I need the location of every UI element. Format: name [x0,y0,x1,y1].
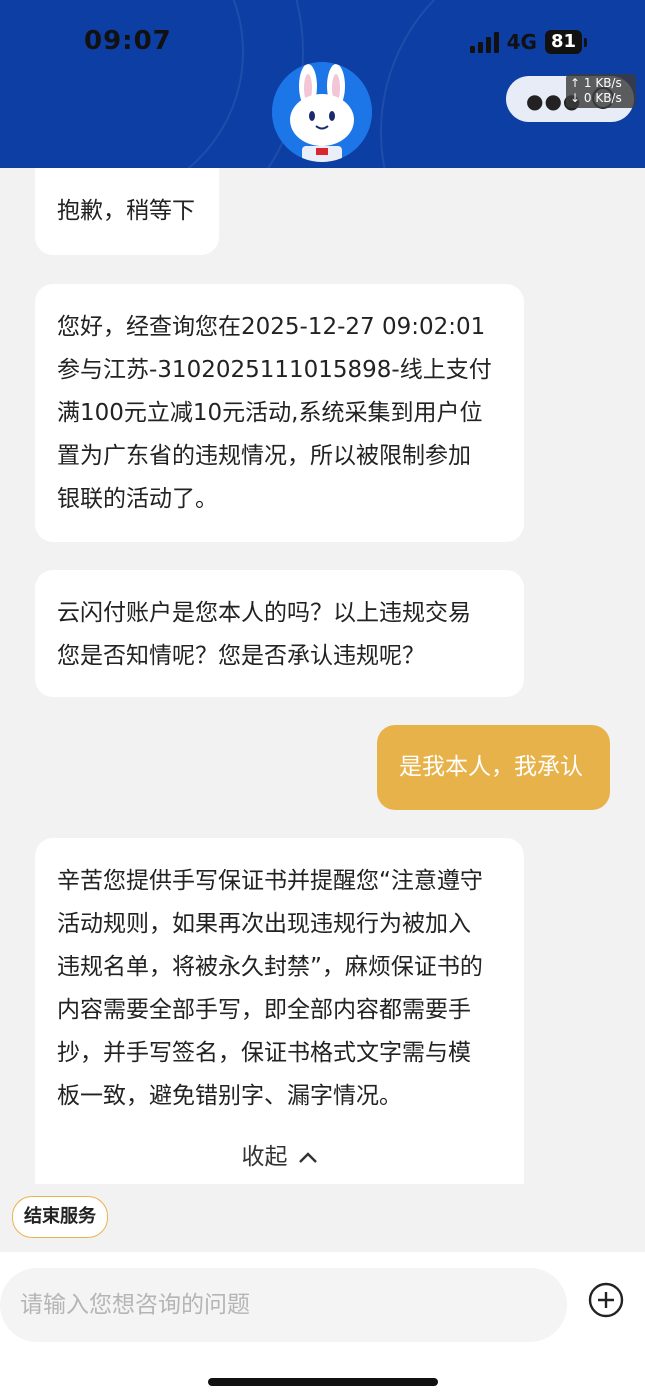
message-line: 抄，并手写签名，保证书格式文字需与模 [57,1040,471,1066]
rabbit-mascot-icon [272,62,372,162]
message-line: 辛苦您提供手写保证书并提醒您“注意遵守 [57,868,483,894]
message-line: 满100元立减10元活动,系统采集到用户位 [57,400,483,426]
battery-level: 81 [544,30,582,54]
message-line: 违规名单，将被永久封禁”，麻烦保证书的 [57,954,483,980]
download-speed: ↓ 0 KB/s [570,91,622,105]
agent-message: 抱歉，稍等下 [35,168,219,255]
input-bar [0,1252,645,1398]
message-line: 参与江苏-3102025111015898-线上支付 [57,357,492,383]
message-line: 置为广东省的违规情况，所以被限制参加 [57,443,471,469]
upload-speed: ↑ 1 KB/s [570,76,622,90]
agent-message: 您好，经查询您在2025-12-27 09:02:01 参与江苏-3102025… [35,284,524,542]
signal-icon [469,31,499,53]
message-line: 内容需要全部手写，即全部内容都需要手 [57,997,471,1023]
home-indicator [208,1378,438,1386]
message-text: 抱歉，稍等下 [57,198,195,224]
chat-header: 09:07 4G 81 ●●● ↑ 1 KB/s ↓ 0 KB/s [0,0,645,168]
status-time: 09:07 [84,26,172,56]
status-indicators: 4G 81 [469,30,587,54]
message-line: 板一致，避免错别字、漏字情况。 [57,1083,402,1109]
assistant-avatar [272,62,372,162]
message-line: 您是否知情呢？您是否承认违规呢？ [57,643,425,669]
message-line: 活动规则，如果再次出现违规行为被加入 [57,911,471,937]
network-speed-overlay: ↑ 1 KB/s ↓ 0 KB/s [566,74,636,108]
question-input[interactable] [0,1268,567,1342]
agent-message: 云闪付账户是您本人的吗？以上违规交易 您是否知情呢？您是否承认违规呢？ [35,570,524,697]
message-text: 是我本人，我承认 [399,754,583,780]
battery-icon: 81 [544,30,587,54]
add-icon[interactable] [588,1282,624,1318]
collapse-label: 收起 [241,1144,288,1170]
user-message: 是我本人，我承认 [377,725,610,810]
message-line: 云闪付账户是您本人的吗？以上违规交易 [57,600,471,626]
network-type: 4G [506,30,537,54]
end-service-button[interactable]: 结束服务 [12,1196,108,1238]
chevron-up-icon [298,1151,317,1163]
message-line: 您好，经查询您在2025-12-27 09:02:01 [57,314,486,340]
agent-message: 辛苦您提供手写保证书并提醒您“注意遵守 活动规则，如果再次出现违规行为被加入 违… [35,838,524,1184]
message-line: 银联的活动了。 [57,486,218,512]
collapse-button[interactable]: 收起 [57,1136,502,1179]
